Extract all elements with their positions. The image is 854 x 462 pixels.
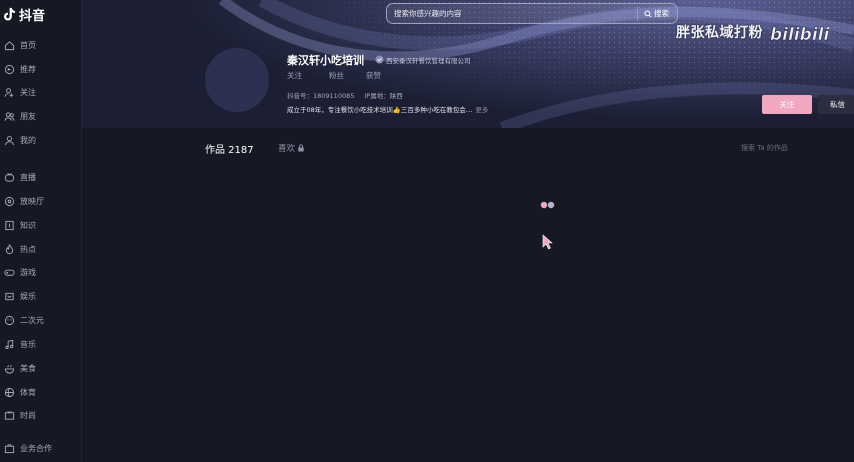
sidebar-item-cinema[interactable]: 放映厅 bbox=[0, 192, 82, 210]
search-button[interactable]: 搜索 bbox=[637, 6, 677, 21]
entertainment-icon bbox=[5, 292, 14, 300]
sidebar-item-music[interactable]: 音乐 bbox=[0, 335, 82, 353]
anime-icon bbox=[4, 315, 15, 325]
profile-stats: 关注 粉丝 获赞 bbox=[287, 70, 381, 81]
recommend-icon bbox=[4, 64, 15, 74]
fashion-icon bbox=[4, 410, 15, 420]
sidebar-item-label: 时尚 bbox=[20, 410, 36, 420]
sports-icon bbox=[4, 387, 15, 397]
search-icon bbox=[644, 9, 652, 18]
home-icon bbox=[4, 40, 15, 50]
me-icon bbox=[4, 135, 15, 145]
sidebar-item-friends[interactable]: 朋友 bbox=[0, 107, 82, 125]
bio-more-link[interactable]: 更多 bbox=[475, 106, 488, 114]
sidebar-item-anime[interactable]: 二次元 bbox=[0, 311, 82, 329]
friends-icon bbox=[4, 111, 15, 121]
svg-text:bilibili: bilibili bbox=[770, 25, 829, 45]
message-button[interactable]: 私信 bbox=[818, 95, 854, 114]
food-icon bbox=[4, 364, 15, 374]
sidebar-item-label: 我的 bbox=[20, 135, 36, 145]
douyin-logo-icon bbox=[3, 7, 15, 21]
sidebar-item-business[interactable]: 业务合作 bbox=[0, 439, 82, 457]
sidebar-item-knowledge[interactable]: 知识 bbox=[0, 216, 82, 234]
game-icon bbox=[4, 269, 15, 276]
music-icon bbox=[5, 339, 14, 349]
cinema-icon bbox=[4, 196, 15, 206]
lock-icon bbox=[298, 144, 304, 152]
verification-text: 西安秦汉轩餐饮管理有限公司 bbox=[386, 56, 471, 65]
sidebar-item-recommend[interactable]: 推荐 bbox=[0, 60, 82, 78]
sidebar: 抖音 首页 推荐 关注 朋友 我的 直播 放映厅 知识 热点 游戏 娱乐 二次元… bbox=[0, 0, 82, 462]
sidebar-item-sports[interactable]: 体育 bbox=[0, 383, 82, 401]
sidebar-item-fashion[interactable]: 时尚 bbox=[0, 406, 82, 424]
douyin-logo[interactable]: 抖音 bbox=[2, 5, 46, 24]
sidebar-item-me[interactable]: 我的 bbox=[0, 131, 82, 149]
sidebar-item-label: 关注 bbox=[20, 87, 36, 97]
follow-icon bbox=[4, 87, 14, 97]
sidebar-item-label: 美食 bbox=[20, 363, 36, 373]
search-works-link[interactable]: 搜索 Ta 的作品 bbox=[741, 143, 788, 153]
search-button-label: 搜索 bbox=[654, 9, 669, 18]
sidebar-item-label: 热点 bbox=[20, 244, 36, 254]
sidebar-item-live[interactable]: 直播 bbox=[0, 168, 82, 186]
tab-likes[interactable]: 喜欢 bbox=[278, 142, 305, 154]
sidebar-item-label: 直播 bbox=[20, 172, 36, 182]
sidebar-item-label: 音乐 bbox=[20, 339, 36, 349]
follow-button[interactable]: 关注 bbox=[762, 95, 812, 114]
business-icon bbox=[4, 443, 15, 453]
likes-stat: 获赞 bbox=[366, 71, 381, 80]
profile-bio: 成立于08年，专注餐饮小吃技术培训👍三百多种小吃在教包会… 更多 bbox=[287, 104, 488, 114]
avatar[interactable] bbox=[205, 48, 269, 112]
watermark: 胖张私域打粉 bilibili bbox=[676, 18, 829, 46]
bio-text: 成立于08年，专注餐饮小吃技术培训👍三百多种小吃在教包会… bbox=[287, 106, 473, 114]
sidebar-item-game[interactable]: 游戏 bbox=[0, 263, 82, 281]
verified-icon bbox=[375, 55, 384, 64]
verification-badge: 西安秦汉轩餐饮管理有限公司 bbox=[375, 54, 471, 65]
sidebar-item-label: 游戏 bbox=[20, 267, 36, 277]
mouse-cursor-icon bbox=[542, 234, 553, 250]
sidebar-item-label: 二次元 bbox=[20, 315, 44, 325]
sidebar-item-label: 朋友 bbox=[20, 111, 36, 121]
tab-works[interactable]: 作品 2187 bbox=[205, 141, 254, 156]
ip-location: IP属地：陕西 bbox=[364, 92, 403, 100]
sidebar-item-entertainment[interactable]: 娱乐 bbox=[0, 287, 82, 305]
sidebar-item-label: 知识 bbox=[20, 220, 36, 230]
knowledge-icon bbox=[5, 220, 14, 230]
sidebar-item-hot[interactable]: 热点 bbox=[0, 240, 82, 258]
profile-ids: 抖音号：1809110085 IP属地：陕西 bbox=[287, 90, 403, 100]
loading-spinner-icon bbox=[540, 201, 555, 209]
sidebar-item-label: 业务合作 bbox=[20, 443, 52, 453]
search-input[interactable] bbox=[387, 4, 637, 23]
sidebar-item-label: 体育 bbox=[20, 387, 36, 397]
bilibili-logo-icon: bilibili bbox=[770, 25, 829, 45]
sidebar-item-label: 推荐 bbox=[20, 64, 36, 74]
app-name: 抖音 bbox=[19, 8, 46, 24]
douyin-id: 抖音号：1809110085 bbox=[287, 92, 355, 100]
sidebar-item-label: 首页 bbox=[20, 40, 36, 50]
sidebar-item-food[interactable]: 美食 bbox=[0, 359, 82, 377]
sidebar-item-label: 娱乐 bbox=[20, 291, 36, 301]
tab-likes-label: 喜欢 bbox=[278, 144, 296, 154]
watermark-text: 胖张私域打粉 bbox=[676, 25, 763, 41]
following-stat[interactable]: 关注 bbox=[287, 70, 329, 81]
sidebar-item-follow[interactable]: 关注 bbox=[0, 83, 82, 101]
followers-stat[interactable]: 粉丝 bbox=[329, 70, 366, 81]
hot-icon bbox=[5, 243, 14, 254]
sidebar-item-label: 放映厅 bbox=[20, 196, 44, 206]
live-icon bbox=[4, 172, 15, 182]
profile-name: 秦汉轩小吃培训 bbox=[287, 54, 364, 67]
sidebar-item-home[interactable]: 首页 bbox=[0, 36, 82, 54]
search-bar: 搜索 bbox=[386, 3, 678, 24]
